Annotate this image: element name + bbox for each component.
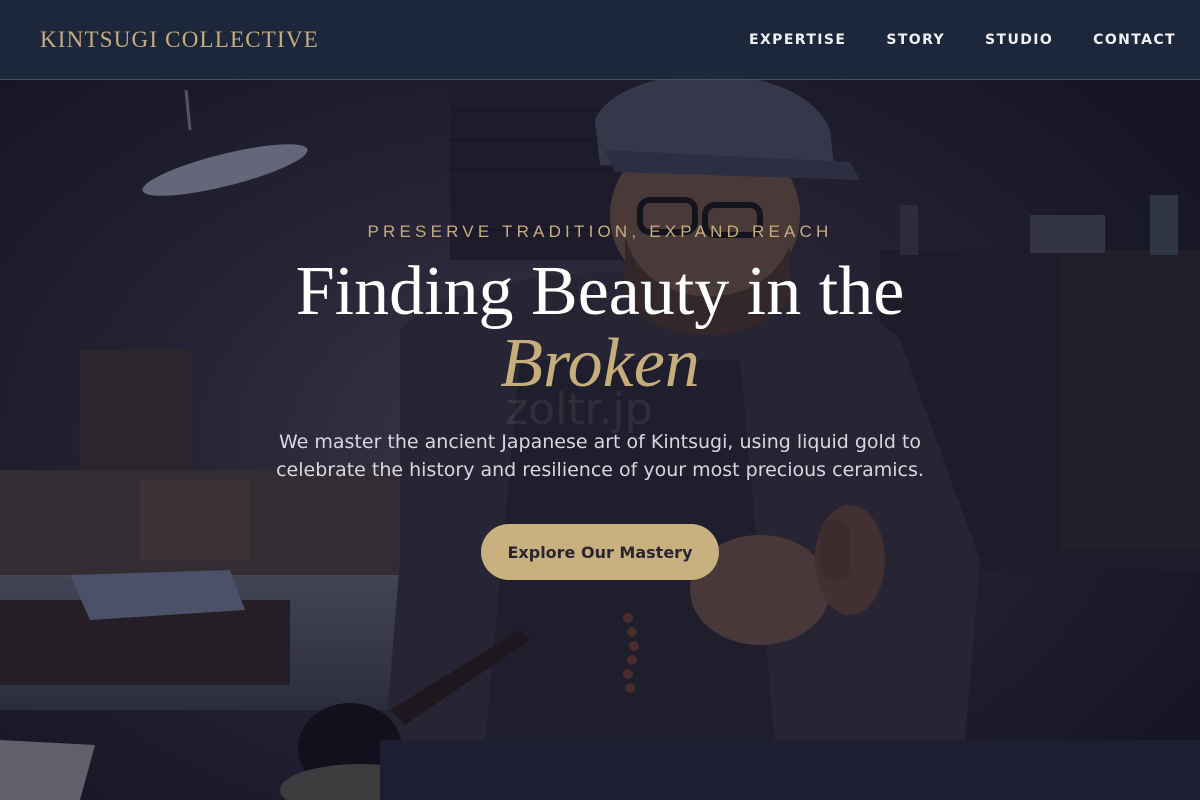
hero-headline-main: Finding Beauty in the bbox=[295, 253, 905, 330]
top-navigation-bar: KINTSUGI COLLECTIVE EXPERTISE STORY STUD… bbox=[0, 0, 1200, 80]
kintsugi-landing-page: zoltr.jp KINTSUGI COLLECTIVE EXPERTISE S… bbox=[0, 0, 1200, 800]
nav-link-story[interactable]: STORY bbox=[886, 32, 945, 48]
nav-item-story: STORY bbox=[886, 31, 945, 49]
nav-link-studio[interactable]: STUDIO bbox=[985, 32, 1053, 48]
nav-item-contact: CONTACT bbox=[1093, 31, 1176, 49]
nav-item-studio: STUDIO bbox=[985, 31, 1053, 49]
explore-mastery-button[interactable]: Explore Our Mastery bbox=[481, 524, 719, 580]
hero-description: We master the ancient Japanese art of Ki… bbox=[276, 431, 924, 481]
hero-headline: Finding Beauty in the Broken bbox=[0, 256, 1200, 400]
hero-headline-accent: Broken bbox=[500, 325, 700, 402]
hero-section: PRESERVE TRADITION, EXPAND REACH Finding… bbox=[0, 0, 1200, 800]
nav-item-expertise: EXPERTISE bbox=[749, 31, 846, 49]
hero-eyebrow-tagline: PRESERVE TRADITION, EXPAND REACH bbox=[367, 222, 833, 241]
primary-nav-menu: EXPERTISE STORY STUDIO CONTACT bbox=[749, 31, 1176, 49]
brand-logo-link[interactable]: KINTSUGI COLLECTIVE bbox=[40, 27, 319, 53]
nav-link-expertise[interactable]: EXPERTISE bbox=[749, 32, 846, 48]
nav-link-contact[interactable]: CONTACT bbox=[1093, 32, 1176, 48]
